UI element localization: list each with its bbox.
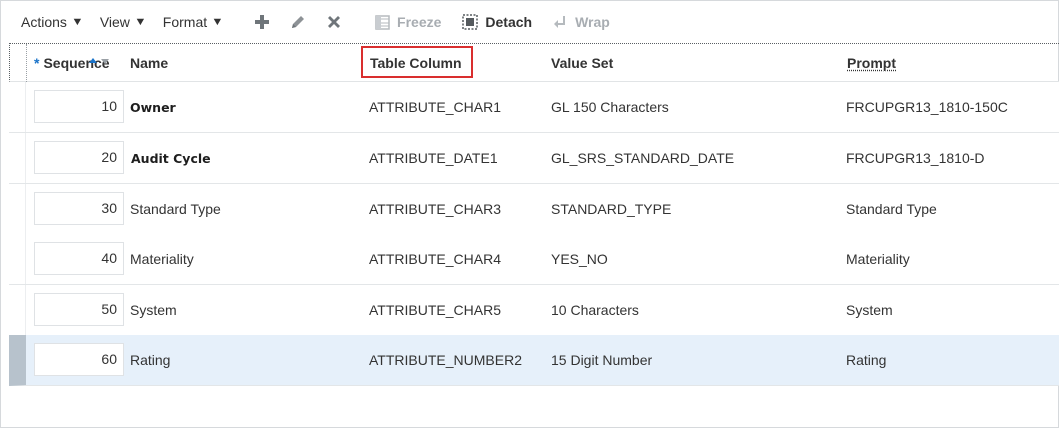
prompt-cell: Rating — [846, 352, 886, 368]
table-row-selected[interactable]: 60 Rating ATTRIBUTE_NUMBER2 15 Digit Num… — [9, 335, 1059, 386]
table-column-cell: ATTRIBUTE_CHAR4 — [369, 251, 501, 267]
sequence-input[interactable]: 30 — [34, 192, 124, 225]
add-icon[interactable] — [251, 11, 273, 33]
freeze-icon — [375, 15, 390, 30]
view-menu[interactable]: View ▼ — [100, 14, 146, 30]
row-selector[interactable] — [9, 82, 26, 132]
name-cell: Standard Type — [130, 201, 221, 217]
row-selector[interactable] — [9, 184, 26, 234]
name-cell: Materiality — [130, 251, 194, 267]
required-marker: * — [34, 55, 39, 71]
sequence-input[interactable]: 60 — [34, 343, 124, 376]
table-row[interactable]: 30 Standard Type ATTRIBUTE_CHAR3 STANDAR… — [9, 184, 1059, 235]
column-header-name[interactable]: Name — [130, 55, 168, 71]
actions-menu[interactable]: Actions ▼ — [21, 14, 83, 30]
sequence-input[interactable]: 50 — [34, 293, 124, 326]
format-menu-label: Format — [163, 14, 207, 30]
name-cell: System — [130, 302, 177, 318]
sequence-input[interactable]: 20 — [34, 141, 124, 174]
value-set-cell: YES_NO — [551, 251, 608, 267]
table-column-cell: ATTRIBUTE_DATE1 — [369, 150, 498, 166]
caret-down-icon: ▼ — [71, 16, 84, 28]
value-set-cell: 15 Digit Number — [551, 352, 652, 368]
table-column-cell: ATTRIBUTE_CHAR5 — [369, 302, 501, 318]
value-set-cell: STANDARD_TYPE — [551, 201, 671, 217]
table-column-cell: ATTRIBUTE_NUMBER2 — [369, 352, 522, 368]
column-header-prompt[interactable]: Prompt — [847, 55, 896, 71]
caret-down-icon: ▼ — [134, 16, 147, 28]
table-column-cell: ATTRIBUTE_CHAR3 — [369, 201, 501, 217]
wrap-label: Wrap — [575, 14, 610, 30]
table-row[interactable]: 20 Audit Cycle ATTRIBUTE_DATE1 GL_SRS_ST… — [9, 133, 1059, 184]
view-menu-label: View — [100, 14, 130, 30]
caret-down-icon: ▼ — [211, 16, 224, 28]
delete-icon[interactable] — [323, 11, 345, 33]
freeze-button[interactable]: Freeze — [375, 14, 441, 30]
row-selector[interactable] — [9, 133, 26, 183]
table-row[interactable]: 40 Materiality ATTRIBUTE_CHAR4 YES_NO Ma… — [9, 234, 1059, 285]
column-header-value-set[interactable]: Value Set — [551, 55, 613, 71]
row-selector-header — [10, 44, 27, 82]
value-set-cell: GL_SRS_STANDARD_DATE — [551, 150, 734, 166]
highlight-box — [361, 46, 473, 78]
edit-icon[interactable] — [287, 11, 309, 33]
name-cell: Owner — [130, 100, 176, 115]
value-set-cell: 10 Characters — [551, 302, 639, 318]
sequence-input[interactable]: 10 — [34, 90, 124, 123]
actions-menu-label: Actions — [21, 14, 67, 30]
detach-button[interactable]: Detach — [462, 14, 532, 30]
row-selector[interactable] — [9, 234, 26, 284]
detach-label: Detach — [485, 14, 532, 30]
freeze-label: Freeze — [397, 14, 441, 30]
wrap-button[interactable]: Wrap — [553, 14, 610, 30]
table-row[interactable]: 50 System ATTRIBUTE_CHAR5 10 Characters … — [9, 285, 1059, 336]
sort-icon[interactable] — [88, 55, 110, 73]
name-cell: Audit Cycle — [131, 151, 211, 166]
toolbar: Actions ▼ View ▼ Format ▼ Freeze Detach … — [1, 1, 1059, 43]
table-column-cell: ATTRIBUTE_CHAR1 — [369, 99, 501, 115]
prompt-cell: FRCUPGR13_1810-150C — [846, 99, 1008, 115]
prompt-cell: System — [846, 302, 893, 318]
prompt-cell: Materiality — [846, 251, 910, 267]
prompt-cell: FRCUPGR13_1810-D — [846, 150, 985, 166]
value-set-cell: GL 150 Characters — [551, 99, 669, 115]
wrap-icon — [553, 15, 568, 30]
table-row[interactable]: 10 Owner ATTRIBUTE_CHAR1 GL 150 Characte… — [9, 82, 1059, 133]
prompt-cell: Standard Type — [846, 201, 937, 217]
table-header: * Sequence Name Table Column Value Set Pr… — [9, 43, 1059, 82]
name-cell: Rating — [130, 352, 170, 368]
table-panel: Actions ▼ View ▼ Format ▼ Freeze Detach … — [0, 0, 1059, 428]
sequence-input[interactable]: 40 — [34, 242, 124, 275]
detach-icon — [462, 14, 478, 30]
row-selector[interactable] — [9, 285, 26, 335]
format-menu[interactable]: Format ▼ — [163, 14, 223, 30]
